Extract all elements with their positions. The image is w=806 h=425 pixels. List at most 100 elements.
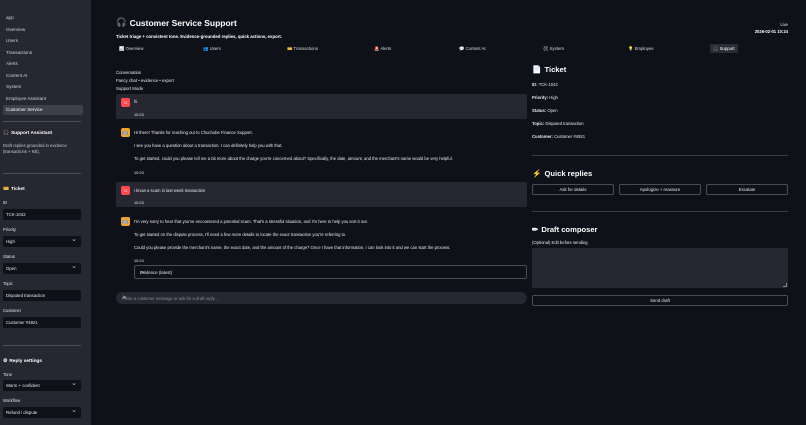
tab-overview[interactable]: 📊 Overview: [116, 44, 146, 53]
conversation-header: Conversation Fancy chat • evidence • exp…: [116, 69, 174, 93]
workflow-value: Refund / dispute: [6, 410, 38, 415]
sidebar-item-employee-assistant[interactable]: Employee Assistant: [3, 94, 83, 104]
escalate-button[interactable]: Escalate: [706, 184, 788, 195]
priority-label: Priority: [3, 227, 17, 232]
sidebar-item-system[interactable]: System: [3, 82, 83, 92]
tab-system[interactable]: 🛠 System: [540, 44, 567, 53]
tab-label: Support: [719, 46, 735, 51]
tab-alerts[interactable]: 🚨 Alerts: [371, 44, 394, 53]
ticket-priority-label: Priority:: [532, 95, 549, 100]
priority-select[interactable]: High: [3, 234, 81, 247]
ticket-customer-line: Customer: Customer #4921: [532, 134, 585, 139]
page-title-text: Customer Service Support: [129, 17, 237, 28]
headset-icon: 🎧: [3, 131, 9, 136]
message-text: I'm very sorry to hear that you've encou…: [134, 219, 368, 224]
user-avatar-icon: ☺: [121, 98, 130, 107]
ticket-topic-value: Disputed transaction: [545, 121, 584, 126]
tab-label: System: [549, 46, 564, 51]
chat-icon: 💬: [459, 46, 465, 51]
message-text: Could you please provide the merchant's …: [134, 245, 451, 250]
ticket-id-label: ID:: [532, 82, 538, 87]
ticket-panel-title-text: Ticket: [544, 65, 567, 74]
tab-label: Alerts: [380, 46, 392, 51]
conversation-mode: Support Mode: [116, 86, 143, 91]
ticket-panel-title: 📄 Ticket: [532, 65, 566, 74]
message-time: 10:23: [134, 112, 144, 117]
ticket-topic-line: Topic: Disputed transaction: [532, 121, 584, 126]
chat-message-user: ☺ i know a scam in last week transaction…: [116, 182, 527, 207]
ask-for-details-button[interactable]: Ask for details: [532, 184, 614, 195]
workflow-label: Workflow: [3, 398, 21, 403]
evidence-expander[interactable]: Evidence (latest) ⌄: [134, 265, 527, 279]
ticket-status-label: Status:: [532, 108, 547, 113]
send-icon[interactable]: ➤: [122, 294, 522, 301]
ticket-topic-label: Topic:: [532, 121, 545, 126]
sidebar-item-content-ai[interactable]: Content AI: [3, 71, 83, 81]
send-draft-button[interactable]: Send draft: [532, 295, 788, 306]
chart-icon: 📊: [119, 46, 125, 51]
draft-label: (Optional) Edit before sending: [532, 240, 588, 245]
ticket-id-line: ID: TCK-1042: [532, 82, 558, 87]
gear-icon: ⚙: [3, 359, 8, 364]
bot-avatar-icon: 🤖: [121, 128, 130, 137]
chat-input[interactable]: Paste a customer message or ask for a dr…: [116, 292, 527, 304]
document-icon: 📄: [532, 65, 542, 74]
tab-transactions[interactable]: 💳 Transactions: [284, 44, 321, 53]
workflow-select[interactable]: Refund / dispute: [3, 405, 81, 418]
sidebar-item-users[interactable]: Users: [3, 36, 83, 46]
ticket-heading-title: Ticket: [10, 187, 25, 192]
tab-users[interactable]: 👥 Users: [200, 44, 224, 53]
ticket-customer-value: Customer #4921: [554, 134, 586, 139]
chat-message-user: ☺ hi 10:23: [116, 94, 527, 119]
card-icon: 💳: [287, 46, 293, 51]
message-text: Hi there! Thanks for reaching out to Chu…: [134, 130, 253, 135]
message-time: 10:23: [134, 200, 144, 205]
sidebar-item-alerts[interactable]: Alerts: [3, 59, 83, 69]
id-input[interactable]: TCK-1042: [3, 209, 81, 220]
message-text: To get started on the dispute process, I…: [134, 232, 347, 237]
tab-label: Transactions: [293, 46, 318, 51]
support-assistant-heading: 🎧 Support Assistant: [3, 131, 52, 136]
customer-input[interactable]: Customer #4921: [3, 317, 81, 328]
lightning-icon: ⚡: [532, 169, 542, 178]
priority-value: High: [6, 239, 15, 244]
message-text: To get started, could you please tell me…: [134, 156, 453, 161]
tab-support[interactable]: 🎧 Support: [710, 44, 738, 53]
header-datetime: 2026-02-01 10:24: [754, 28, 788, 34]
user-avatar-icon: ☺: [121, 186, 130, 195]
sidebar-divider: [3, 121, 81, 122]
sidebar-item-app[interactable]: app: [3, 13, 83, 23]
headset-icon: 🎧: [713, 46, 719, 51]
sidebar-item-overview[interactable]: Overview: [3, 25, 83, 35]
quick-replies-title: ⚡ Quick replies: [532, 169, 592, 178]
tab-label: Users: [209, 46, 221, 51]
draft-textarea[interactable]: [532, 248, 788, 288]
chat-message-assistant: 🤖 I'm very sorry to hear that you've enc…: [116, 214, 527, 263]
headset-icon: 🎧: [116, 17, 127, 27]
tab-content-ai[interactable]: 💬 Content AI: [456, 44, 489, 53]
page-subtitle: Ticket triage + consistent tone. Evidenc…: [116, 34, 282, 39]
sidebar: app Overview Users Transactions Alerts C…: [0, 0, 91, 425]
message-text: hi: [134, 99, 138, 104]
message-text: i know a scam in last week transaction: [134, 188, 206, 193]
sidebar-item-transactions[interactable]: Transactions: [3, 48, 83, 58]
status-select[interactable]: Open: [3, 261, 81, 274]
tab-employee[interactable]: 💡 Employee: [625, 44, 657, 53]
reply-settings-heading: ⚙ Reply settings: [3, 359, 42, 364]
support-assistant-desc-line: (transactions + KB).: [3, 149, 40, 154]
chat-message-assistant: 🤖 Hi there! Thanks for reaching out to C…: [116, 125, 527, 177]
tone-select[interactable]: Warm + confident: [3, 378, 81, 391]
ticket-icon: 🎫: [3, 187, 9, 192]
main-area: 🎧 Customer Service Support Ticket triage…: [91, 0, 806, 425]
tone-label: Tone: [3, 372, 13, 377]
ticket-id-value: TCK-1042: [538, 82, 558, 87]
topic-input[interactable]: Disputed transaction: [3, 290, 81, 301]
conversation-title: Conversation: [116, 70, 142, 75]
apologize-reassure-button[interactable]: Apologize + reassure: [619, 184, 701, 195]
sidebar-item-customer-service[interactable]: Customer Service: [3, 105, 83, 115]
tab-label: Content AI: [465, 46, 486, 51]
bulb-icon: 💡: [628, 46, 634, 51]
tab-label: Overview: [125, 46, 144, 51]
status-value: Open: [6, 266, 17, 271]
draft-composer-title-text: Draft composer: [541, 225, 598, 234]
